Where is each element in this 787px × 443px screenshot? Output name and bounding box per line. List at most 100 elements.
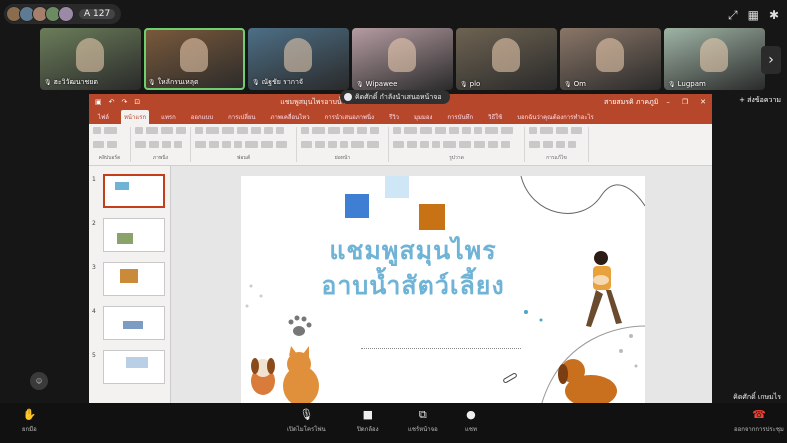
ribbon-command[interactable] xyxy=(209,140,219,148)
ribbon-command[interactable] xyxy=(357,127,367,134)
participant-tile[interactable]: ณัฐชัย รากาจั xyxy=(248,28,349,90)
ribbon-command[interactable] xyxy=(237,127,248,134)
ribbon-tab[interactable]: ออกแบบ xyxy=(188,110,216,124)
ribbon-command[interactable] xyxy=(162,140,171,148)
ribbon-command[interactable] xyxy=(222,127,234,134)
ribbon-command[interactable] xyxy=(195,140,206,148)
participant-tile[interactable]: Om xyxy=(560,28,661,90)
raise-hand-button[interactable]: ✋ ยกมือ xyxy=(22,408,37,434)
chevron-right-icon[interactable]: › xyxy=(761,46,781,74)
close-icon[interactable]: ✕ xyxy=(700,98,706,106)
participant-tile[interactable]: ฮะวิวัฒนาชยต xyxy=(40,28,141,90)
ribbon-tab[interactable]: แทรก xyxy=(158,110,179,124)
ribbon-command[interactable] xyxy=(571,127,582,134)
ribbon-command[interactable] xyxy=(407,140,417,148)
send-message-button[interactable]: + ส่งข้อความ xyxy=(739,94,781,106)
ribbon-command[interactable] xyxy=(488,140,498,148)
leave-call-button[interactable]: ☎ ออกจากการประชุม xyxy=(734,408,784,434)
ribbon-tab[interactable]: รีวิว xyxy=(386,110,402,124)
participants-chip[interactable]: A 127 xyxy=(4,4,122,24)
ribbon-tab[interactable]: วิธีใช้ xyxy=(485,110,505,124)
redo-icon[interactable]: ↷ xyxy=(122,98,128,106)
participant-tile[interactable]: plo xyxy=(456,28,557,90)
ribbon-command[interactable] xyxy=(149,140,159,148)
slide-thumbnail[interactable] xyxy=(103,262,165,296)
ribbon-command[interactable] xyxy=(301,140,312,148)
slide-thumbnail[interactable] xyxy=(103,306,165,340)
settings-gear-icon[interactable]: ✱ xyxy=(769,8,779,23)
ribbon-command[interactable] xyxy=(443,140,456,148)
ribbon-command[interactable] xyxy=(501,127,513,134)
ribbon-command[interactable] xyxy=(328,127,340,134)
ribbon-command[interactable] xyxy=(556,127,568,134)
ribbon-command[interactable] xyxy=(393,140,404,148)
mic-button[interactable]: 🎙 เปิดไมโครโฟน xyxy=(287,408,326,434)
ribbon-command[interactable] xyxy=(420,127,432,134)
ribbon-tab[interactable]: ไฟล์ xyxy=(95,110,112,124)
ribbon-command[interactable] xyxy=(449,127,459,134)
ribbon-command[interactable] xyxy=(462,127,471,134)
ribbon-command[interactable] xyxy=(370,127,379,134)
ribbon-tab[interactable]: บอกฉันว่าคุณต้องการทำอะไร xyxy=(514,110,597,124)
ribbon-command[interactable] xyxy=(343,127,354,134)
presenter-view-icon[interactable]: ⊡ xyxy=(134,98,140,106)
ribbon-command[interactable] xyxy=(245,140,258,148)
ribbon-command[interactable] xyxy=(195,127,203,134)
ribbon-command[interactable] xyxy=(135,127,143,134)
ribbon-command[interactable] xyxy=(556,140,565,148)
ribbon-command[interactable] xyxy=(420,140,429,148)
ribbon-command[interactable] xyxy=(435,127,446,134)
chat-button[interactable]: ● แชท xyxy=(465,408,477,434)
ribbon-command[interactable] xyxy=(301,127,309,134)
ribbon-command[interactable] xyxy=(276,127,284,134)
ribbon-command[interactable] xyxy=(501,140,510,148)
ribbon-command[interactable] xyxy=(459,140,471,148)
ribbon-tab[interactable]: หน้าแรก xyxy=(120,110,150,124)
ribbon-command[interactable] xyxy=(93,140,104,148)
ribbon-command[interactable] xyxy=(328,140,337,148)
ribbon-command[interactable] xyxy=(474,127,482,134)
ribbon-command[interactable] xyxy=(104,127,117,134)
ribbon-command[interactable] xyxy=(135,140,146,148)
ribbon-tab[interactable]: ภาพเคลื่อนไหว xyxy=(268,110,313,124)
ribbon-command[interactable] xyxy=(312,127,325,134)
ribbon-command[interactable] xyxy=(264,127,273,134)
ribbon-command[interactable] xyxy=(529,140,540,148)
ribbon-command[interactable] xyxy=(161,127,173,134)
ribbon-tab[interactable]: การบันทึก xyxy=(444,110,476,124)
reaction-button[interactable]: ☺ xyxy=(30,372,48,390)
minimize-icon[interactable]: – xyxy=(666,98,670,106)
ribbon-tab[interactable]: มุมมอง xyxy=(411,110,435,124)
ribbon-command[interactable] xyxy=(107,140,117,148)
ribbon-command[interactable] xyxy=(404,127,417,134)
ribbon-command[interactable] xyxy=(568,140,576,148)
undo-icon[interactable]: ↶ xyxy=(109,98,115,106)
ribbon-command[interactable] xyxy=(145,127,159,134)
ribbon-command[interactable] xyxy=(529,127,537,134)
ribbon-command[interactable] xyxy=(261,140,273,148)
restore-icon[interactable]: ❐ xyxy=(682,98,688,106)
ribbon-command[interactable] xyxy=(367,140,379,148)
camera-button[interactable]: ■ ปิดกล้อง xyxy=(357,408,379,434)
ribbon-command[interactable] xyxy=(340,140,348,148)
ribbon-command[interactable] xyxy=(351,140,364,148)
ribbon-command[interactable] xyxy=(93,127,101,134)
save-icon[interactable]: ▣ xyxy=(95,98,102,106)
ribbon-command[interactable] xyxy=(393,127,401,134)
ribbon-command[interactable] xyxy=(432,140,440,148)
share-screen-button[interactable]: ⧉ แชร์หน้าจอ xyxy=(408,408,438,434)
ribbon-command[interactable] xyxy=(485,127,498,134)
ribbon-command[interactable] xyxy=(540,127,553,134)
participant-tile[interactable]: ใหลักรนเหลุต xyxy=(144,28,245,90)
ribbon-command[interactable] xyxy=(175,127,186,134)
signed-in-user[interactable]: สายสมรคิ ภาคภูมิ xyxy=(604,97,658,108)
participant-tile[interactable]: Wipawee xyxy=(352,28,453,90)
slide-thumbnail[interactable] xyxy=(103,218,165,252)
participant-tile[interactable]: Lugpam xyxy=(664,28,765,90)
ribbon-tab[interactable]: การนำเสนอภาพนิ่ง xyxy=(322,110,377,124)
slide-thumbnail[interactable] xyxy=(103,350,165,384)
ribbon-command[interactable] xyxy=(174,140,182,148)
grid-layout-icon[interactable]: ▦ xyxy=(748,8,759,23)
ribbon-command[interactable] xyxy=(251,127,261,134)
ribbon-command[interactable] xyxy=(276,140,287,148)
